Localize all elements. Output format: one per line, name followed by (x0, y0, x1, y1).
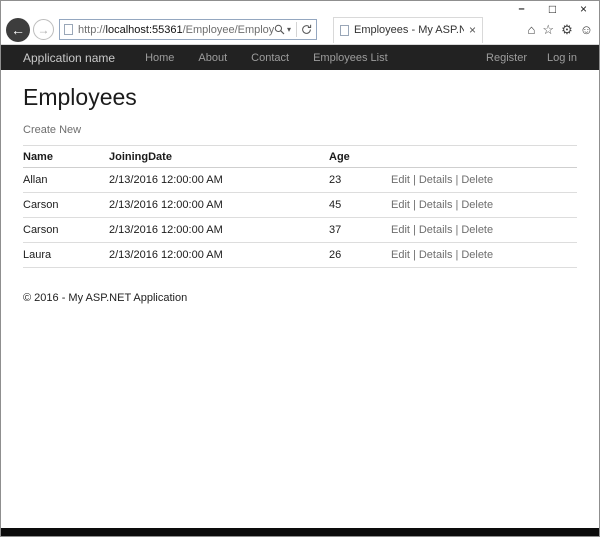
cell-name: Laura (23, 242, 109, 268)
feedback-smiley-icon[interactable]: ☺ (580, 23, 593, 36)
login-link[interactable]: Log in (547, 52, 577, 64)
cell-age: 23 (329, 167, 391, 193)
action-separator: | (455, 224, 459, 236)
cell-joining-date: 2/13/2016 12:00:00 AM (109, 192, 329, 218)
details-link[interactable]: Details (419, 224, 453, 236)
settings-gear-icon[interactable]: ⚙ (561, 23, 573, 36)
cell-actions: Edit | Details | Delete (391, 192, 577, 218)
cell-name: Allan (23, 167, 109, 193)
browser-toolbar: ← → http://localhost:55361/Employee/Empl… (1, 16, 599, 45)
url-text: http://localhost:55361/Employee/Employee… (78, 24, 274, 36)
address-bar-icons: ▾ (274, 22, 312, 37)
taskbar-strip (1, 528, 599, 536)
url-path: /Employee/Employees (182, 23, 274, 36)
header-actions (391, 145, 577, 168)
action-separator: | (412, 224, 416, 236)
back-button[interactable]: ← (6, 17, 30, 42)
nav-item-employees-list[interactable]: Employees List (313, 52, 388, 64)
maximize-button[interactable]: □ (537, 2, 568, 17)
action-separator: | (455, 174, 459, 186)
details-link[interactable]: Details (419, 249, 453, 261)
forward-button[interactable]: → (33, 19, 54, 40)
back-arrow-icon: ← (11, 21, 25, 38)
page-content: Employees Create New Name JoiningDate Ag… (1, 70, 599, 304)
url-host: localhost:55361 (105, 23, 183, 36)
table-row: Laura 2/13/2016 12:00:00 AM 26 Edit | Deta… (23, 242, 577, 268)
forward-arrow-icon: → (37, 22, 50, 37)
favorites-star-icon[interactable]: ☆ (542, 23, 554, 36)
page-icon (64, 24, 73, 35)
cell-name: Carson (23, 192, 109, 218)
refresh-icon[interactable] (301, 24, 312, 35)
window-controls: – □ × (506, 2, 599, 17)
cell-name: Carson (23, 217, 109, 243)
navbar-brand[interactable]: Application name (23, 51, 115, 65)
edit-link[interactable]: Edit (391, 199, 410, 211)
browser-window: – □ × ← → http://localhost:55361/Employe… (0, 0, 600, 537)
action-separator: | (455, 199, 459, 211)
table-header-row: Name JoiningDate Age (23, 145, 577, 168)
action-separator: | (455, 249, 459, 261)
delete-link[interactable]: Delete (461, 224, 493, 236)
employees-table: Name JoiningDate Age Allan 2/13/2016 12:… (23, 145, 577, 268)
edit-link[interactable]: Edit (391, 174, 410, 186)
navbar-links: Home About Contact Employees List (145, 52, 388, 64)
search-icon[interactable] (274, 24, 285, 35)
table-row: Carson 2/13/2016 12:00:00 AM 45 Edit | Det… (23, 192, 577, 218)
header-joining-date: JoiningDate (109, 145, 329, 168)
details-link[interactable]: Details (419, 174, 453, 186)
action-separator: | (412, 249, 416, 261)
cell-age: 37 (329, 217, 391, 243)
tab-title: Employees - My ASP.NET A... (354, 24, 464, 36)
header-age: Age (329, 145, 391, 168)
register-link[interactable]: Register (486, 52, 527, 64)
site-footer: © 2016 - My ASP.NET Application (23, 292, 188, 304)
tab-close-icon[interactable]: × (469, 23, 476, 37)
address-bar[interactable]: http://localhost:55361/Employee/Employee… (59, 19, 317, 40)
table-row: Carson 2/13/2016 12:00:00 AM 37 Edit | Det… (23, 217, 577, 243)
cell-joining-date: 2/13/2016 12:00:00 AM (109, 167, 329, 193)
home-icon[interactable]: ⌂ (528, 23, 536, 36)
navbar-account-links: Register Log in (486, 52, 577, 64)
nav-item-about[interactable]: About (198, 52, 227, 64)
nav-item-contact[interactable]: Contact (251, 52, 289, 64)
address-divider (296, 22, 297, 37)
cell-actions: Edit | Details | Delete (391, 242, 577, 268)
details-link[interactable]: Details (419, 199, 453, 211)
titlebar: – □ × (1, 1, 599, 17)
nav-item-home[interactable]: Home (145, 52, 174, 64)
cell-age: 45 (329, 192, 391, 218)
site-navbar: Application name Home About Contact Empl… (1, 45, 599, 70)
delete-link[interactable]: Delete (461, 249, 493, 261)
browser-tab[interactable]: Employees - My ASP.NET A... × (333, 16, 483, 43)
page-title: Employees (23, 84, 137, 110)
autocomplete-dropdown-icon[interactable]: ▾ (287, 25, 291, 34)
action-separator: | (412, 199, 416, 211)
cell-joining-date: 2/13/2016 12:00:00 AM (109, 242, 329, 268)
cell-joining-date: 2/13/2016 12:00:00 AM (109, 217, 329, 243)
create-new-link[interactable]: Create New (23, 124, 81, 136)
url-scheme: http:// (78, 23, 106, 36)
cell-actions: Edit | Details | Delete (391, 217, 577, 243)
cell-age: 26 (329, 242, 391, 268)
close-button[interactable]: × (568, 2, 599, 17)
table-row: Allan 2/13/2016 12:00:00 AM 23 Edit | Deta… (23, 167, 577, 193)
minimize-button[interactable]: – (506, 2, 537, 17)
tab-favicon (340, 24, 349, 36)
browser-action-icons: ⌂ ☆ ⚙ ☺ (528, 23, 593, 36)
header-name: Name (23, 145, 109, 168)
edit-link[interactable]: Edit (391, 224, 410, 236)
action-separator: | (412, 174, 416, 186)
cell-actions: Edit | Details | Delete (391, 167, 577, 193)
edit-link[interactable]: Edit (391, 249, 410, 261)
delete-link[interactable]: Delete (461, 199, 493, 211)
delete-link[interactable]: Delete (461, 174, 493, 186)
